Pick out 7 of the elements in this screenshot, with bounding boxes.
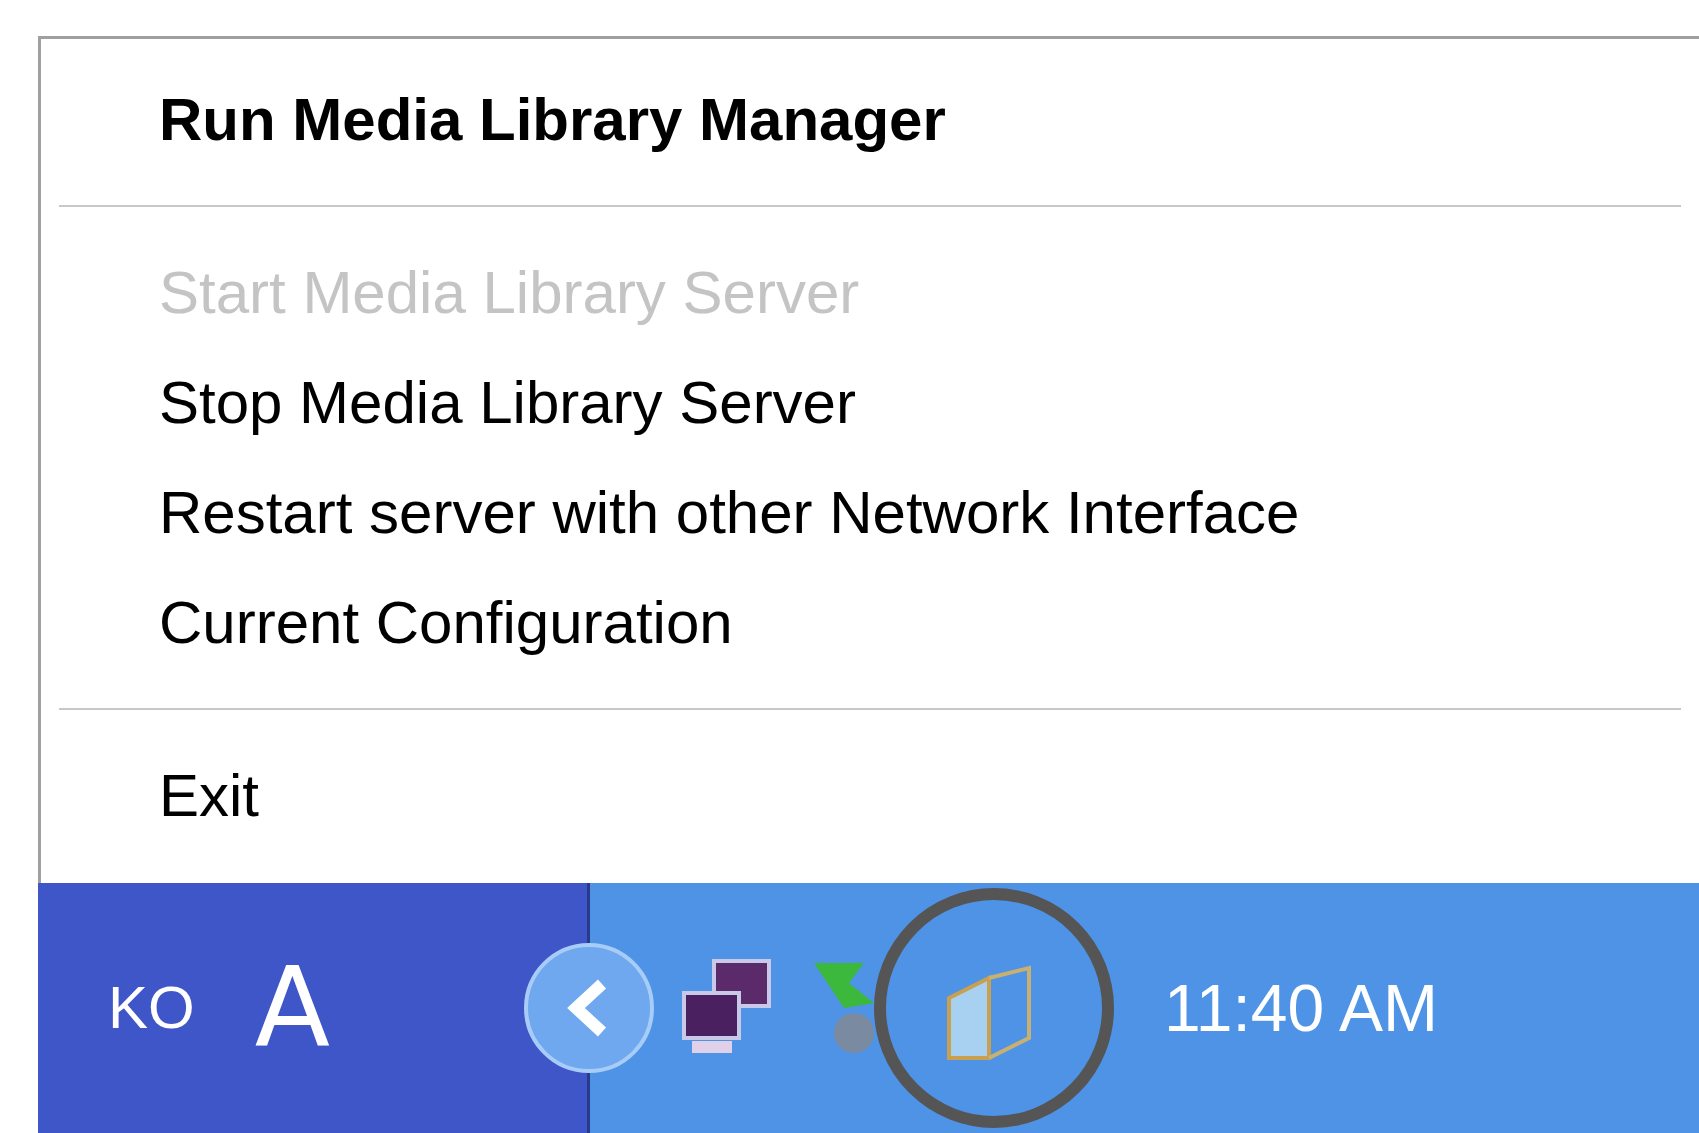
language-indicator[interactable]: KO (108, 978, 195, 1038)
menu-item[interactable]: Exit (41, 741, 1699, 851)
menu-item[interactable]: Run Media Library Manager (41, 65, 1699, 175)
ime-mode-indicator[interactable]: A (254, 953, 330, 1063)
menu-item[interactable]: Stop Media Library Server (41, 348, 1699, 458)
menu-item[interactable]: Restart server with other Network Interface (41, 458, 1699, 568)
menu-item[interactable]: Current Configuration (41, 568, 1699, 678)
